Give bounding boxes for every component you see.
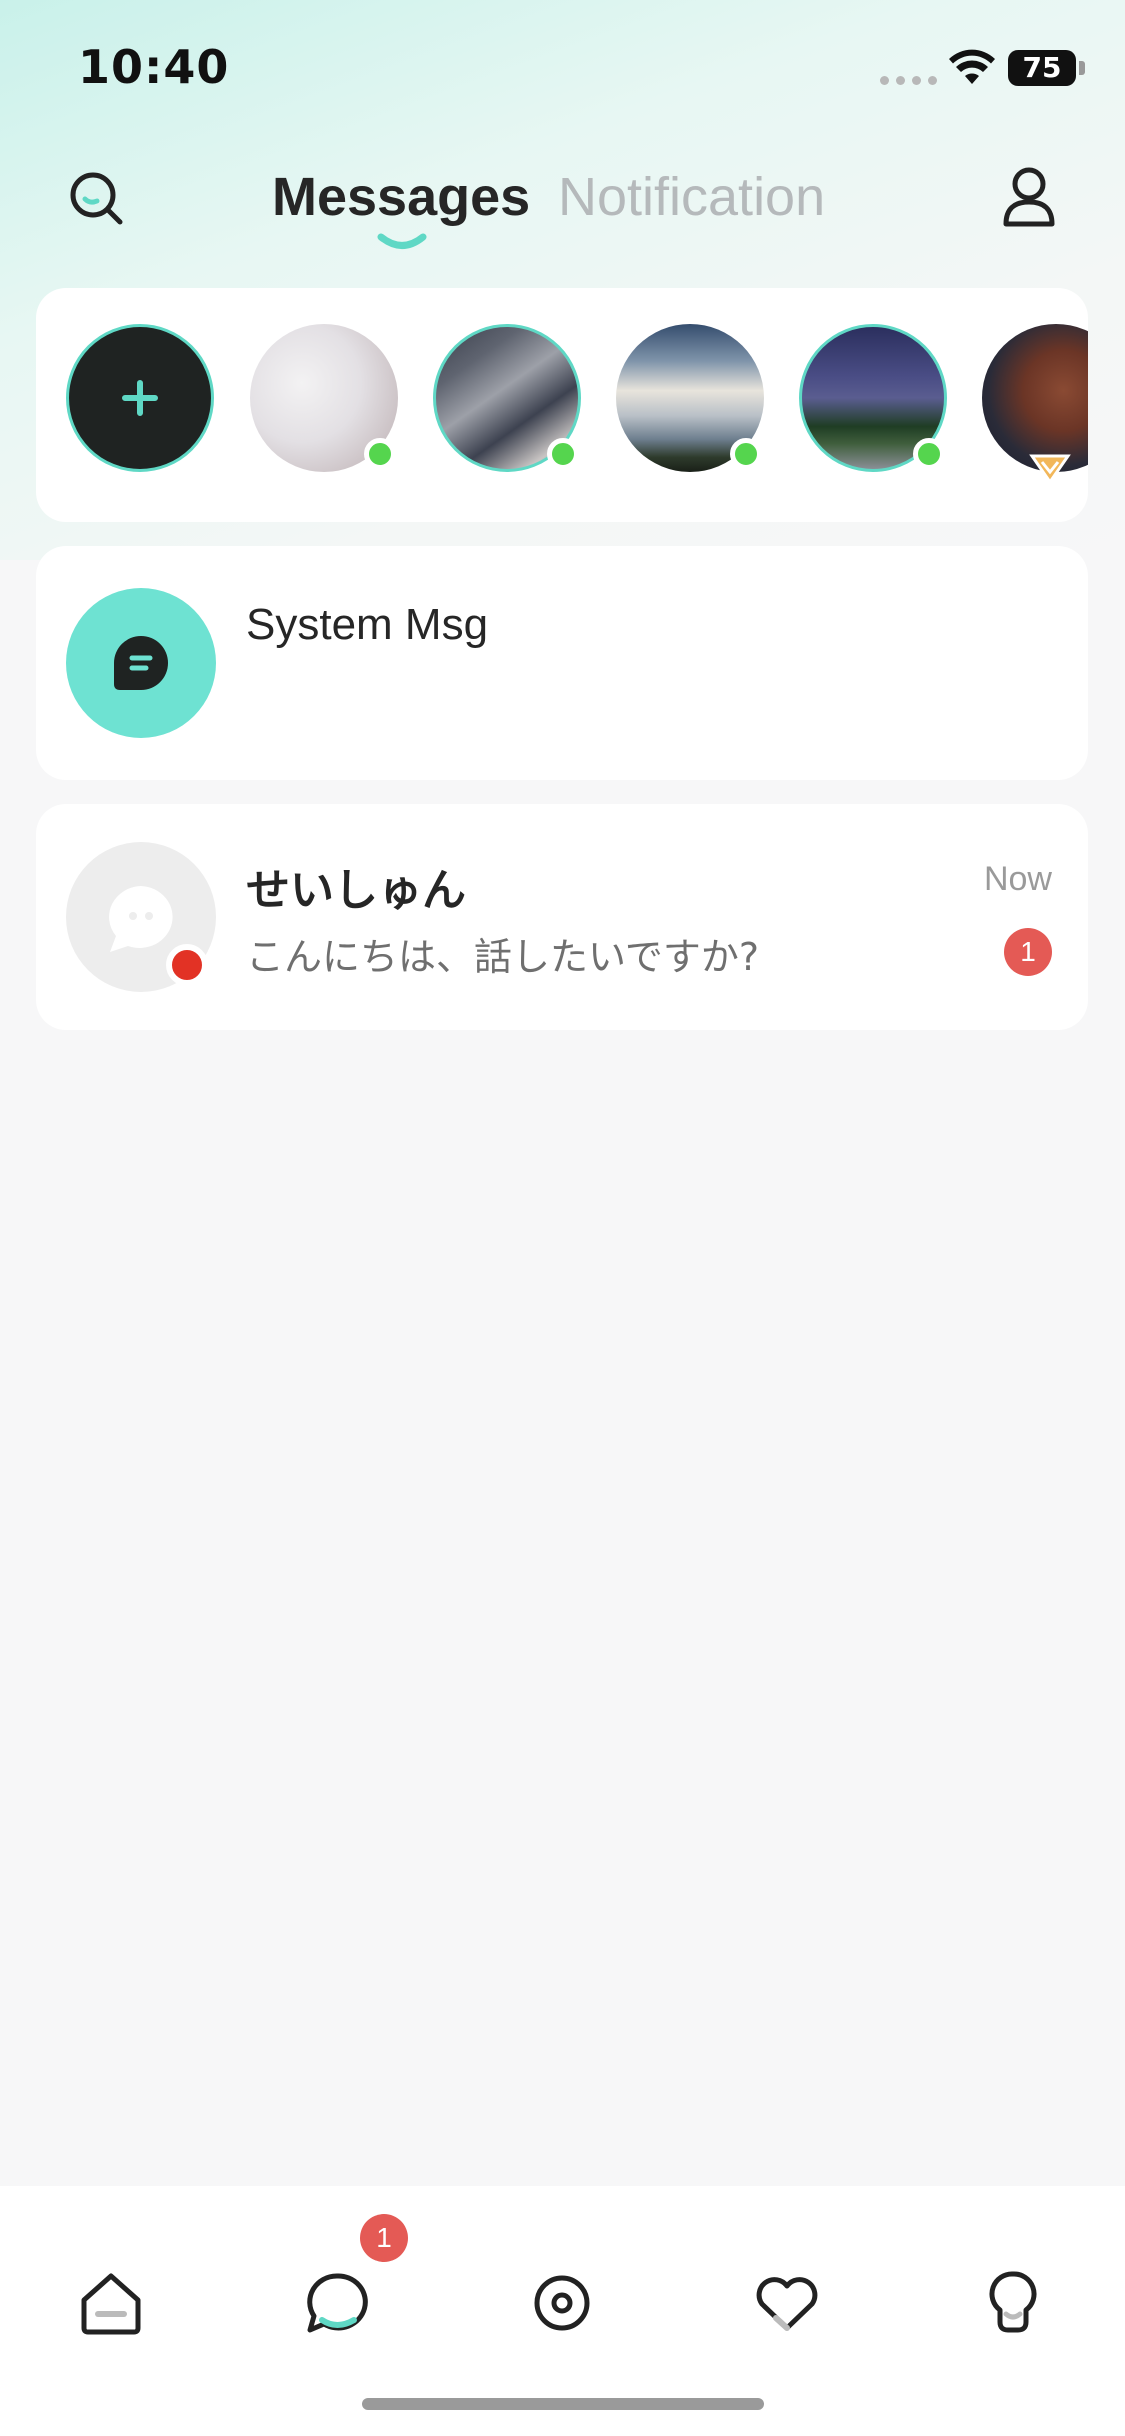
signal-dots-icon [880,76,937,85]
unread-count-badge: 1 [1004,928,1052,976]
profile-icon[interactable] [996,162,1062,232]
chat-preview: こんにちは、話したいですか? [246,935,760,979]
search-icon[interactable] [64,166,130,232]
story-avatar[interactable] [250,324,398,472]
default-avatar-icon [109,886,173,952]
online-status-dot [547,438,579,470]
tab-notification[interactable]: Notification [558,166,825,228]
online-status-dot [364,438,396,470]
unread-status-dot [166,944,208,986]
profile-bulb-icon[interactable] [978,2268,1048,2338]
status-time: 10:40 [78,40,230,94]
home-indicator[interactable] [362,2398,764,2410]
messages-icon[interactable] [302,2268,372,2338]
man-headphones-photo [982,324,1088,472]
story-avatar[interactable] [982,324,1088,472]
messages-badge: 1 [360,2214,408,2262]
vip-badge-icon [1029,454,1071,485]
story-avatar[interactable] [799,324,947,472]
online-status-dot [730,438,762,470]
likes-icon[interactable] [752,2268,822,2338]
battery-cap [1079,61,1085,75]
chat-bubble-icon [114,636,169,690]
story-avatar[interactable] [433,324,581,472]
story-avatar[interactable] [616,324,764,472]
home-icon[interactable] [76,2268,146,2338]
status-bar: 10:40 75 [0,0,1125,130]
system-message-title: System Msg [246,600,489,649]
wifi-icon [949,49,995,84]
tab-messages[interactable]: Messages [272,166,530,228]
active-tab-indicator [377,233,427,249]
system-avatar [66,588,216,738]
chat-time: Now [983,860,1052,898]
plus-icon [122,380,158,416]
chat-name: せいしゅん [246,865,466,916]
stories-card [36,288,1088,522]
add-story-button[interactable] [66,324,214,472]
online-status-dot [913,438,945,470]
chat-row[interactable]: せいしゅん こんにちは、話したいですか? Now 1 [36,804,1088,1030]
discover-icon[interactable] [527,2268,597,2338]
battery-icon: 75 [1008,50,1076,86]
system-message-row[interactable]: System Msg [36,546,1088,780]
